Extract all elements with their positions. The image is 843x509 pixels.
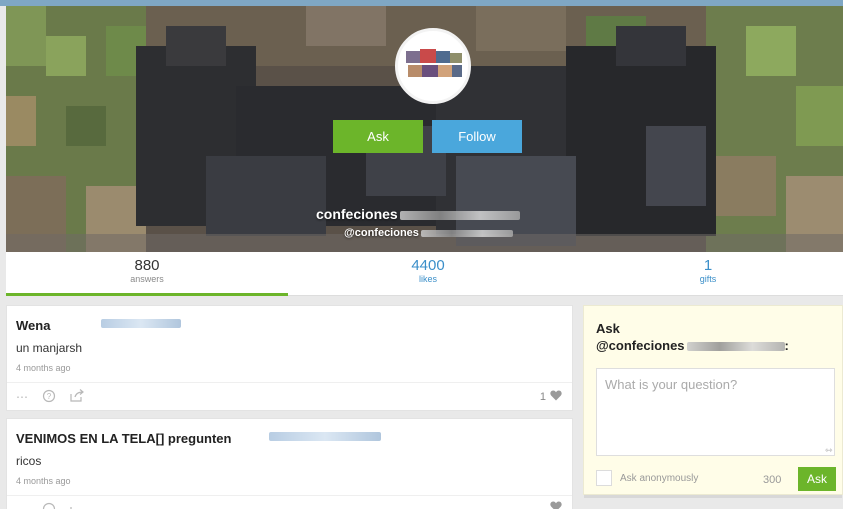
asker-link[interactable] <box>101 319 181 328</box>
active-tab-indicator <box>6 293 288 296</box>
answer-text: un manjarsh <box>16 341 83 355</box>
heart-icon[interactable] <box>550 390 562 404</box>
profile-avatar[interactable] <box>395 28 471 104</box>
ask-button[interactable]: Ask <box>333 120 423 153</box>
svg-text:?: ? <box>47 392 52 401</box>
question-text: VENIMOS EN LA TELA[] pregunten <box>16 431 232 446</box>
divider <box>584 495 842 498</box>
asker-link[interactable] <box>269 432 381 441</box>
redacted-text <box>420 229 513 237</box>
more-icon[interactable]: ⋯ <box>16 390 28 404</box>
more-icon[interactable]: ⋯ <box>16 503 28 509</box>
ask-anonymously-option[interactable]: Ask anonymously <box>596 470 698 486</box>
profile-cover: Ask Follow confeciones @confeciones <box>6 6 843 252</box>
list-item: Wena un manjarsh 4 months ago ⋯ ? 1 <box>6 305 573 411</box>
resize-grip-icon[interactable]: ⇿ <box>825 445 833 456</box>
share-icon[interactable] <box>70 502 85 509</box>
question-icon[interactable] <box>42 502 56 509</box>
redacted-text <box>399 210 520 220</box>
stat-answers[interactable]: 880 answers <box>87 258 207 285</box>
like-count[interactable]: 1 <box>540 390 562 404</box>
ask-panel-target: @confeciones: <box>596 338 789 353</box>
list-item: VENIMOS EN LA TELA[] pregunten ricos 4 m… <box>6 418 573 509</box>
share-icon[interactable] <box>70 389 85 405</box>
answer-time: 4 months ago <box>16 363 71 373</box>
like-count[interactable] <box>546 501 562 509</box>
redacted-text <box>686 342 785 352</box>
character-counter: 300 <box>763 474 782 486</box>
submit-question-button[interactable]: Ask <box>798 467 836 491</box>
question-input[interactable] <box>596 368 835 456</box>
card-actions: ⋯ <box>16 502 85 509</box>
card-actions: ⋯ ? <box>16 389 85 405</box>
stat-likes[interactable]: 4400 likes <box>368 258 488 285</box>
ask-panel-title: Ask <box>596 321 620 336</box>
profile-handle: @confeciones <box>344 227 513 239</box>
profile-display-name: confeciones <box>316 206 520 222</box>
ask-question-panel: Ask @confeciones: ⇿ Ask anonymously 300 … <box>583 305 843 498</box>
answer-text: ricos <box>16 454 42 468</box>
profile-stats-bar: 880 answers 4400 likes 1 gifts <box>6 252 843 296</box>
divider <box>7 382 572 383</box>
follow-button[interactable]: Follow <box>432 120 522 153</box>
question-icon[interactable]: ? <box>42 389 56 406</box>
anonymous-checkbox[interactable] <box>596 470 612 486</box>
question-text: Wena <box>16 318 51 333</box>
answer-time: 4 months ago <box>16 476 71 486</box>
stat-gifts[interactable]: 1 gifts <box>648 258 768 285</box>
heart-icon[interactable] <box>550 501 562 509</box>
divider <box>7 495 572 496</box>
